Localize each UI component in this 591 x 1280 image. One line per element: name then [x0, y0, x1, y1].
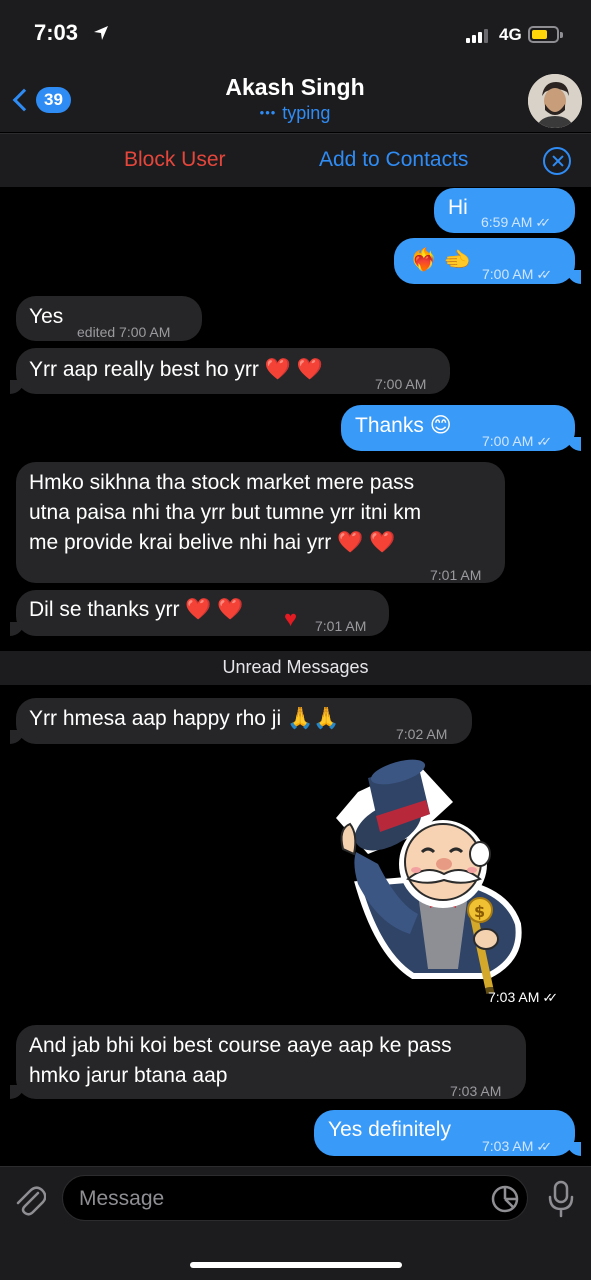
- status-time: 7:03: [34, 20, 79, 45]
- status-bar: 7:03 4G: [0, 0, 591, 70]
- message-time: 6:59 AM ✓✓: [481, 214, 551, 230]
- read-check-icon: ✓✓: [542, 990, 558, 1005]
- message-text: Thanks 😊: [355, 414, 452, 437]
- read-check-icon: ✓✓: [536, 267, 552, 282]
- read-check-icon: ✓✓: [536, 1139, 552, 1154]
- message-time: 7:03 AM ✓✓: [482, 1138, 552, 1154]
- message-bubble[interactable]: Yes edited 7:00 AM: [16, 296, 202, 341]
- message-bubble[interactable]: Dil se thanks yrr ❤️ ❤️ ♥ 7:01 AM: [10, 590, 389, 636]
- message-bubble[interactable]: And jab bhi koi best course aaye aap ke …: [10, 1025, 526, 1099]
- message-bubble[interactable]: ❤️‍🔥 🫲 7:00 AM ✓✓: [394, 238, 581, 284]
- message-time: 7:00 AM ✓✓: [482, 433, 552, 449]
- message-text: ❤️‍🔥 🫲: [410, 247, 471, 272]
- message-input-wrap: [62, 1175, 528, 1221]
- message-text-line: utna paisa nhi tha yrr but tumne yrr itn…: [29, 501, 422, 524]
- microphone-icon[interactable]: [548, 1180, 574, 1218]
- chevron-left-icon: [12, 88, 36, 112]
- message-time: 7:02 AM: [396, 726, 448, 742]
- message-text: Hi: [448, 196, 468, 219]
- message-text-line: me provide krai belive nhi hai yrr ❤️ ❤️: [29, 531, 396, 554]
- contact-status-text: typing: [282, 103, 331, 123]
- message-bubble[interactable]: Yrr aap really best ho yrr ❤️ ❤️ 7:00 AM: [10, 348, 450, 394]
- message-bubble[interactable]: Thanks 😊 7:00 AM ✓✓: [341, 405, 581, 451]
- close-icon[interactable]: [543, 147, 571, 175]
- network-type: 4G: [499, 25, 522, 44]
- reaction-heart-icon[interactable]: ♥: [284, 604, 297, 634]
- unread-messages-divider: Unread Messages: [0, 651, 591, 685]
- message-bubble[interactable]: Hmko sikhna tha stock market mere pass u…: [16, 462, 505, 583]
- message-time: 7:00 AM: [375, 376, 427, 392]
- message-text-line: Hmko sikhna tha stock market mere pass: [29, 471, 415, 494]
- paperclip-icon[interactable]: [14, 1183, 46, 1217]
- typing-dots-icon: •••: [259, 105, 277, 120]
- read-check-icon: ✓✓: [536, 434, 552, 449]
- message-text: Yrr aap really best ho yrr ❤️ ❤️: [29, 358, 323, 381]
- message-time: 7:01 AM: [315, 618, 367, 634]
- home-indicator: [190, 1262, 402, 1268]
- message-text: Yes definitely: [328, 1118, 451, 1141]
- sticker-monopoly-man[interactable]: $: [318, 754, 548, 1004]
- block-user-button[interactable]: Block User: [124, 148, 226, 172]
- avatar[interactable]: [528, 74, 582, 128]
- message-bubble[interactable]: Yes definitely 7:03 AM ✓✓: [314, 1110, 581, 1156]
- message-time: 7:01 AM: [430, 567, 482, 583]
- message-time: 7:00 AM ✓✓: [482, 266, 552, 282]
- message-text: Yes: [29, 305, 64, 328]
- unread-count-badge: 39: [36, 87, 71, 113]
- unread-divider-label: Unread Messages: [222, 657, 369, 677]
- message-text-line: And jab bhi koi best course aaye aap ke …: [29, 1034, 452, 1057]
- message-bubble[interactable]: Yrr hmesa aap happy rho ji 🙏🙏 7:02 AM: [10, 698, 472, 744]
- message-text: Dil se thanks yrr ❤️ ❤️: [29, 598, 244, 621]
- signal-icon: [466, 29, 492, 43]
- back-button[interactable]: 39: [8, 80, 80, 120]
- message-input[interactable]: [79, 1184, 479, 1214]
- location-arrow-icon: [94, 26, 108, 40]
- message-time: 7:03 AM: [450, 1083, 502, 1099]
- action-bar: [0, 133, 591, 187]
- contact-status: ••• typing: [150, 103, 440, 124]
- battery-icon: [528, 26, 563, 43]
- read-check-icon: ✓✓: [535, 215, 551, 230]
- message-text: Yrr hmesa aap happy rho ji 🙏🙏: [29, 707, 340, 730]
- add-to-contacts-button[interactable]: Add to Contacts: [319, 148, 468, 172]
- message-bubble[interactable]: Hi 6:59 AM ✓✓: [434, 188, 575, 233]
- message-edited-time: edited 7:00 AM: [77, 324, 171, 340]
- sticker-icon[interactable]: [490, 1184, 520, 1214]
- svg-text:$: $: [474, 902, 485, 921]
- contact-name[interactable]: Akash Singh: [150, 74, 440, 101]
- message-text-line: hmko jarur btana aap: [29, 1064, 228, 1087]
- sticker-time: 7:03 AM ✓✓: [480, 987, 561, 1008]
